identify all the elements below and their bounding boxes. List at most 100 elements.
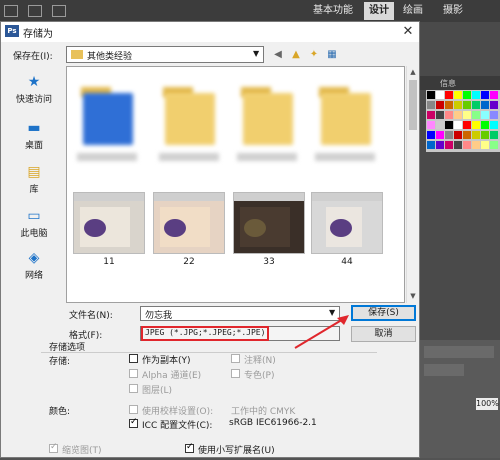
color-swatch[interactable] [436, 101, 444, 109]
color-swatch[interactable] [463, 141, 471, 149]
color-swatch[interactable] [490, 101, 498, 109]
image-file-item[interactable]: 11 [73, 192, 145, 272]
alpha-channels-checkbox[interactable] [129, 369, 138, 378]
color-swatch[interactable] [472, 131, 480, 139]
arrange-icon[interactable] [52, 5, 66, 17]
workspace-tab-photography[interactable]: 摄影 [438, 2, 468, 20]
color-swatch[interactable] [472, 91, 480, 99]
icc-profile-checkbox[interactable] [129, 417, 138, 428]
color-swatch[interactable] [490, 91, 498, 99]
workspace-tab-painting[interactable]: 绘画 [398, 2, 428, 20]
color-swatch[interactable] [436, 121, 444, 129]
file-list-scrollbar[interactable]: ▲ ▼ [406, 66, 419, 303]
color-swatch[interactable] [481, 121, 489, 129]
color-swatch[interactable] [454, 101, 462, 109]
color-swatch[interactable] [445, 111, 453, 119]
color-swatch[interactable] [454, 91, 462, 99]
color-swatch[interactable] [490, 131, 498, 139]
save-button[interactable]: 保存(S) [351, 305, 416, 321]
place-desktop[interactable]: ▬ 桌面 [5, 118, 63, 158]
color-swatch[interactable] [481, 111, 489, 119]
proof-setup-checkbox[interactable] [129, 405, 138, 414]
color-swatch[interactable] [490, 141, 498, 149]
up-folder-icon[interactable]: ▲ [289, 49, 303, 61]
color-swatch[interactable] [463, 91, 471, 99]
workspace-tab-design[interactable]: 设计 [364, 2, 394, 20]
image-file-item[interactable]: 33 [233, 192, 305, 272]
thumbnail-checkbox[interactable] [49, 442, 58, 453]
scroll-up-icon[interactable]: ▲ [407, 66, 419, 78]
color-swatch[interactable] [436, 131, 444, 139]
color-swatch[interactable] [445, 101, 453, 109]
back-icon[interactable]: ◀ [271, 49, 285, 61]
place-this-pc[interactable]: ▭ 此电脑 [5, 206, 63, 246]
folder-item[interactable] [73, 75, 143, 175]
color-swatch[interactable] [427, 111, 435, 119]
folder-item[interactable] [233, 75, 303, 175]
color-swatch[interactable] [427, 91, 435, 99]
folder-name-blurred [315, 153, 375, 161]
lowercase-extension-checkbox[interactable] [185, 442, 194, 453]
layers-checkbox[interactable] [129, 384, 138, 393]
color-swatch[interactable] [463, 121, 471, 129]
notes-checkbox[interactable] [231, 354, 240, 363]
image-file-item[interactable]: 44 [311, 192, 383, 272]
as-copy-checkbox[interactable] [129, 354, 138, 363]
info-tab[interactable]: 信息 [440, 78, 456, 89]
color-swatch[interactable] [445, 121, 453, 129]
color-swatch[interactable] [481, 91, 489, 99]
panel-dropdown[interactable] [424, 346, 494, 358]
place-quick-access[interactable]: ★ 快速访问 [5, 72, 63, 112]
color-swatch[interactable] [436, 91, 444, 99]
panel-field[interactable] [424, 364, 464, 376]
color-swatch[interactable] [463, 111, 471, 119]
view-menu-icon[interactable]: ▦ [325, 49, 339, 61]
percent-field[interactable]: 100% [476, 398, 499, 410]
color-swatch[interactable] [463, 131, 471, 139]
spot-colors-checkbox[interactable] [231, 369, 240, 378]
screen-mode-icon[interactable] [28, 5, 42, 17]
scroll-thumb[interactable] [409, 80, 417, 130]
scroll-down-icon[interactable]: ▼ [407, 290, 419, 302]
place-network[interactable]: ◈ 网络 [5, 248, 63, 288]
cancel-button[interactable]: 取消 [351, 326, 416, 342]
color-swatch[interactable] [481, 101, 489, 109]
image-file-item[interactable]: 22 [153, 192, 225, 272]
file-list[interactable]: 11 22 33 44 [66, 66, 405, 303]
color-swatch[interactable] [472, 101, 480, 109]
new-folder-icon[interactable]: ✦ [307, 49, 321, 61]
folder-item[interactable] [311, 75, 381, 175]
color-swatch[interactable] [481, 131, 489, 139]
notes-label: 注释(N) [244, 356, 276, 366]
color-swatch[interactable] [463, 101, 471, 109]
color-swatch[interactable] [436, 141, 444, 149]
color-swatch[interactable] [454, 131, 462, 139]
chevron-down-icon: ▼ [253, 49, 260, 58]
color-swatch[interactable] [490, 111, 498, 119]
save-options-title: 存储选项 [49, 343, 86, 353]
format-highlight-box [141, 326, 269, 341]
color-swatch[interactable] [427, 131, 435, 139]
color-swatch[interactable] [490, 121, 498, 129]
save-in-dropdown[interactable]: 其他类经验 ▼ [66, 46, 264, 63]
color-swatch[interactable] [445, 91, 453, 99]
color-swatch[interactable] [427, 141, 435, 149]
close-button[interactable]: ✕ [397, 22, 419, 42]
workspace-tab-essentials[interactable]: 基本功能 [308, 2, 358, 20]
color-swatch[interactable] [445, 131, 453, 139]
color-swatch[interactable] [454, 121, 462, 129]
color-swatch[interactable] [472, 141, 480, 149]
color-swatch[interactable] [454, 141, 462, 149]
color-swatch[interactable] [454, 111, 462, 119]
color-swatch[interactable] [436, 111, 444, 119]
color-swatch[interactable] [472, 121, 480, 129]
folder-item[interactable] [155, 75, 225, 175]
swatches-panel[interactable] [426, 90, 500, 152]
layout-icon[interactable] [4, 5, 18, 17]
place-library[interactable]: ▤ 库 [5, 162, 63, 202]
color-swatch[interactable] [481, 141, 489, 149]
color-swatch[interactable] [445, 141, 453, 149]
color-swatch[interactable] [427, 101, 435, 109]
color-swatch[interactable] [472, 111, 480, 119]
color-swatch[interactable] [427, 121, 435, 129]
